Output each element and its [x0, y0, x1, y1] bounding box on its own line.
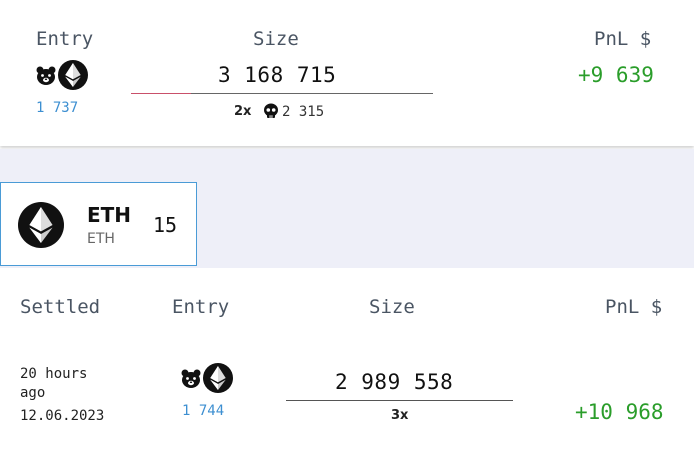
leverage-label: 3x [391, 408, 409, 423]
settled-header: Settled [20, 296, 101, 318]
position-size: 2 989 558 [335, 370, 454, 394]
skull-icon [264, 103, 278, 118]
bear-icon [36, 66, 56, 85]
size-header: Size [369, 296, 415, 318]
tab-eth[interactable]: ETH ETH 15 [0, 182, 197, 266]
entry-price: 1 737 [36, 100, 79, 116]
settled-time-line2: ago [20, 385, 46, 401]
size-header: Size [253, 28, 299, 50]
settled-date: 12.06.2023 [20, 408, 105, 424]
entry-price: 1 744 [182, 403, 225, 419]
liquidation-price: 2 315 [282, 104, 325, 120]
bear-icon [181, 369, 201, 388]
entry-header: Entry [36, 28, 94, 50]
ethereum-icon [18, 202, 64, 248]
asset-symbol: ETH [87, 203, 132, 227]
leverage-label: 2x [234, 104, 252, 119]
pnl-header: PnL $ [594, 28, 652, 50]
entry-header: Entry [172, 296, 230, 318]
position-size: 3 168 715 [218, 63, 337, 87]
asset-subtitle: ETH [87, 231, 115, 247]
ethereum-icon [203, 363, 233, 393]
settled-time-line1: 20 hours [20, 366, 88, 382]
pnl-header: PnL $ [605, 296, 663, 318]
pnl-value: +9 639 [578, 63, 654, 87]
liquidation-distance-bar [131, 93, 191, 94]
asset-count: 15 [153, 213, 178, 237]
ethereum-icon [58, 60, 88, 90]
pnl-value: +10 968 [575, 400, 664, 424]
size-divider [286, 400, 513, 401]
